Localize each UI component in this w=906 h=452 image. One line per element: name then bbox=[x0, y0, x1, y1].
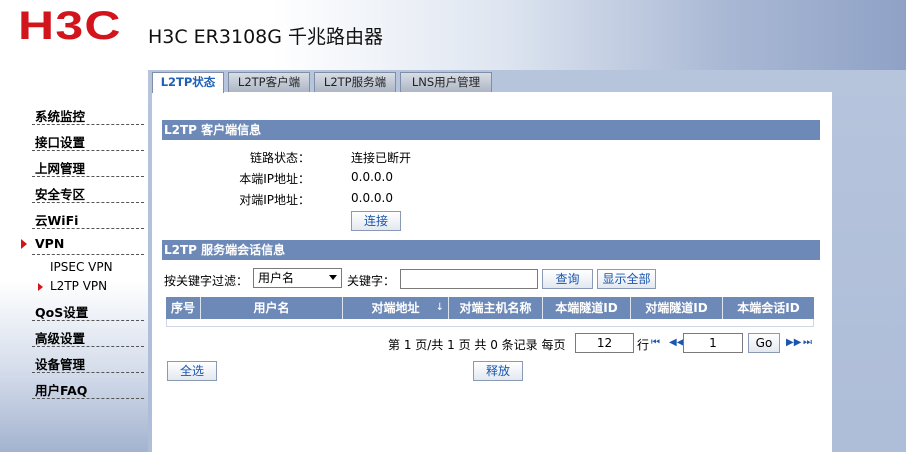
tab-lns-user-management[interactable]: LNS用户管理 bbox=[400, 72, 492, 92]
menu-interface-settings[interactable]: 接口设置 bbox=[32, 129, 144, 151]
filter-field-selected: 用户名 bbox=[258, 271, 295, 285]
query-button[interactable]: 查询 bbox=[542, 269, 593, 289]
session-table-body bbox=[166, 319, 814, 327]
local-ip-value: 0.0.0.0 bbox=[351, 170, 393, 184]
menu-device-management[interactable]: 设备管理 bbox=[32, 351, 144, 373]
go-button[interactable]: Go bbox=[748, 333, 780, 353]
client-info-section-title: L2TP 客户端信息 bbox=[162, 120, 820, 140]
keyword-input[interactable] bbox=[400, 269, 538, 289]
col-index[interactable]: 序号 bbox=[166, 297, 201, 319]
tab-l2tp-status[interactable]: L2TP状态 bbox=[152, 72, 224, 93]
menu-vpn[interactable]: VPN bbox=[21, 233, 144, 255]
menu-internet-management[interactable]: 上网管理 bbox=[32, 155, 144, 177]
next-page-icon[interactable]: ▶▶ bbox=[786, 337, 801, 348]
tab-l2tp-server[interactable]: L2TP服务端 bbox=[314, 72, 396, 92]
filter-label: 按关键字过滤： bbox=[164, 274, 249, 288]
sort-down-icon: ↓ bbox=[435, 302, 444, 313]
menu-cloud-wifi[interactable]: 云WiFi bbox=[32, 207, 144, 229]
local-ip-label: 本端IP地址： bbox=[239, 172, 310, 186]
h3c-logo: H3C bbox=[18, 4, 122, 48]
filter-field-select[interactable]: 用户名 bbox=[253, 268, 342, 288]
session-table-header: 序号 用户名 对端地址 ↓ 对端主机名称 本端隧道ID 对端隧道ID 本端会话I… bbox=[166, 297, 814, 319]
first-page-icon[interactable]: ⏮ bbox=[651, 337, 660, 348]
remote-ip-value: 0.0.0.0 bbox=[351, 191, 393, 205]
col-remote-hostname[interactable]: 对端主机名称 bbox=[449, 297, 543, 319]
last-page-icon[interactable]: ⏭ bbox=[803, 337, 812, 348]
keyword-label: 关键字： bbox=[347, 274, 396, 288]
product-title: H3C ER3108G 千兆路由器 bbox=[148, 26, 384, 48]
connect-button[interactable]: 连接 bbox=[351, 211, 401, 231]
rows-label: 行 bbox=[637, 338, 650, 352]
menu-qos[interactable]: QoS设置 bbox=[32, 299, 144, 321]
link-status-label: 链路状态： bbox=[249, 151, 310, 165]
remote-ip-label: 对端IP地址： bbox=[239, 193, 310, 207]
tab-l2tp-client[interactable]: L2TP客户端 bbox=[228, 72, 310, 92]
menu-security[interactable]: 安全专区 bbox=[32, 181, 144, 203]
col-local-tunnel-id[interactable]: 本端隧道ID bbox=[543, 297, 631, 319]
show-all-button[interactable]: 显示全部 bbox=[597, 269, 656, 289]
col-remote-address-label: 对端地址 bbox=[371, 301, 420, 315]
menu-advanced[interactable]: 高级设置 bbox=[32, 325, 144, 347]
link-status-value: 连接已断开 bbox=[351, 151, 412, 165]
select-all-button[interactable]: 全选 bbox=[167, 361, 217, 381]
per-page-input[interactable]: 12 bbox=[575, 333, 634, 353]
chevron-down-icon bbox=[329, 275, 337, 280]
page-number-input[interactable]: 1 bbox=[683, 333, 743, 353]
pager-summary: 第 1 页/共 1 页 共 0 条记录 每页 bbox=[388, 338, 566, 352]
sidebar: 系统监控 接口设置 上网管理 安全专区 云WiFi VPN IPSEC VPN … bbox=[0, 70, 148, 452]
menu-user-faq[interactable]: 用户FAQ bbox=[32, 377, 144, 399]
server-info-section-title: L2TP 服务端会话信息 bbox=[162, 240, 820, 260]
col-remote-tunnel-id[interactable]: 对端隧道ID bbox=[631, 297, 723, 319]
submenu-l2tp-vpn[interactable]: L2TP VPN bbox=[37, 279, 107, 293]
submenu-ipsec-vpn[interactable]: IPSEC VPN bbox=[50, 260, 113, 274]
menu-system-monitor[interactable]: 系统监控 bbox=[32, 103, 144, 125]
release-button[interactable]: 释放 bbox=[473, 361, 523, 381]
header: H3C H3C ER3108G 千兆路由器 bbox=[0, 0, 906, 70]
col-local-session-id[interactable]: 本端会话ID bbox=[723, 297, 814, 319]
col-username[interactable]: 用户名 bbox=[201, 297, 343, 319]
col-remote-address[interactable]: 对端地址 ↓ bbox=[343, 297, 449, 319]
